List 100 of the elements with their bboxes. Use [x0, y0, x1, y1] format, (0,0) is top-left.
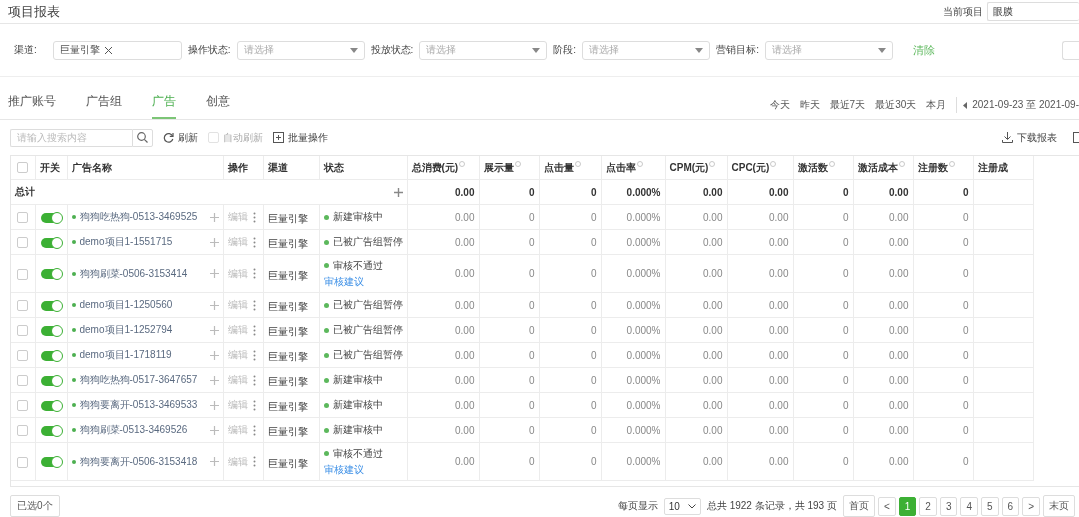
metric-value: 0.000% [626, 211, 661, 223]
toggle-switch[interactable] [41, 269, 61, 280]
metric-value: 0.000% [626, 349, 661, 361]
row-checkbox[interactable] [17, 456, 29, 468]
toggle-switch[interactable] [41, 350, 61, 361]
review-advice-link[interactable]: 审核建议 [323, 462, 403, 477]
date-shortcut-link[interactable]: 今天 [769, 98, 790, 113]
search-field[interactable]: 请输入搜索内容 [10, 128, 132, 147]
ad-name-link[interactable]: demo项目1-1718119 [79, 348, 206, 362]
row-checkbox[interactable] [17, 350, 29, 362]
first-page-button[interactable]: 首页 [842, 495, 875, 517]
page-size-select[interactable]: 10 [663, 497, 701, 515]
ad-name-link[interactable]: 狗狗要离开-0506-3153418 [79, 454, 206, 469]
metric-value: 0.00 [889, 374, 909, 386]
date-shortcut-link[interactable]: 本月 [926, 98, 947, 113]
status-dot [71, 459, 76, 464]
toggle-switch[interactable] [41, 237, 61, 248]
row-checkbox[interactable] [17, 425, 29, 437]
toggle-switch[interactable] [41, 212, 61, 223]
channel-text: 巨量引擎 [267, 376, 308, 387]
metric-value: 0.000% [626, 236, 661, 248]
filter-label: 渠道: [14, 43, 37, 58]
page-button[interactable]: 6 [1001, 496, 1020, 516]
ad-name-link[interactable]: 狗狗吃热狗-0513-3469525 [79, 210, 206, 224]
ad-name-link[interactable]: 狗狗吃热狗-0517-3647657 [79, 373, 206, 387]
page-button[interactable]: 5 [981, 496, 999, 516]
download-button[interactable]: 下载报表 [1002, 130, 1057, 145]
row-checkbox[interactable] [17, 325, 29, 337]
page-button[interactable]: 3 [939, 496, 958, 516]
last-page-button[interactable]: 末页 [1043, 495, 1075, 517]
total-label: 总计 [15, 185, 35, 199]
column-header: 开关 [39, 161, 60, 173]
metric-value: 0 [962, 324, 969, 336]
date-range-picker[interactable]: 2021-09-23 至 2021-09- [956, 97, 1079, 114]
date-shortcut-link[interactable]: 昨天 [799, 98, 820, 113]
tag-input-field[interactable]: 巨量引擎 [52, 40, 182, 60]
date-shortcut-link[interactable]: 最近30天 [875, 98, 917, 113]
status-text: 已被广告组暂停 [332, 298, 403, 312]
metric-value: 0 [528, 236, 535, 248]
column-header: 展示量 [483, 161, 514, 173]
next-page-button[interactable]: > [1022, 496, 1040, 516]
channel-text: 巨量引擎 [267, 238, 308, 249]
ad-name-link[interactable]: 狗狗刷菜-0506-3153414 [79, 266, 206, 281]
channel-text: 巨量引擎 [267, 351, 308, 362]
refresh-button[interactable]: 刷新 [163, 130, 198, 145]
review-advice-link[interactable]: 审核建议 [323, 274, 403, 289]
search-icon [137, 132, 148, 144]
status-dot [71, 378, 76, 382]
more-icon [252, 349, 256, 361]
row-checkbox[interactable] [17, 268, 29, 280]
select-all-checkbox[interactable] [17, 162, 29, 174]
status-dot [71, 303, 76, 307]
toggle-switch[interactable] [41, 300, 61, 311]
ad-name-link[interactable]: demo项目1-1551715 [79, 235, 206, 249]
metric-value: 0.00 [889, 211, 909, 223]
selected-count-button[interactable]: 已选0个 [10, 495, 60, 517]
metric-value: 0 [962, 236, 969, 248]
plus-icon [209, 375, 219, 385]
project-select[interactable]: 眼膜 [987, 2, 1079, 22]
ad-name-link[interactable]: demo项目1-1250560 [79, 298, 206, 312]
status-dot [323, 239, 329, 245]
page-button[interactable]: 2 [919, 496, 937, 516]
toggle-switch[interactable] [41, 457, 61, 468]
batch-operation-button[interactable]: 批量操作 [273, 130, 328, 145]
column-header: 点击率 [605, 161, 636, 173]
column-header: 状态 [323, 161, 344, 173]
date-shortcut-link[interactable]: 最近7天 [829, 98, 866, 113]
ad-name-link[interactable]: 狗狗刷菜-0513-3469526 [79, 423, 206, 437]
tab[interactable]: 推广账号 [8, 93, 56, 120]
previous-page-button[interactable]: < [877, 496, 896, 516]
more-icon [252, 324, 256, 336]
button[interactable] [1062, 40, 1079, 60]
row-checkbox[interactable] [17, 400, 29, 412]
row-checkbox[interactable] [17, 237, 29, 249]
metric-value: 0 [962, 349, 969, 361]
status-dot [323, 427, 329, 433]
metric-value: 0.00 [703, 374, 723, 386]
total-value: 0 [590, 186, 597, 198]
status-dot [71, 328, 76, 332]
search-button[interactable] [132, 128, 153, 147]
status-dot [323, 302, 329, 308]
row-checkbox[interactable] [17, 300, 29, 312]
toggle-switch[interactable] [41, 400, 61, 411]
toggle-switch[interactable] [41, 375, 61, 386]
toggle-switch[interactable] [41, 325, 61, 336]
tab[interactable]: 创意 [206, 93, 230, 120]
row-checkbox[interactable] [17, 212, 29, 224]
status-dot [71, 353, 76, 357]
page-button[interactable]: 4 [960, 496, 979, 516]
tab[interactable]: 广告组 [86, 93, 122, 120]
row-checkbox[interactable] [17, 375, 29, 387]
metric-value: 0.00 [769, 374, 789, 386]
status-dot [323, 402, 329, 408]
metric-value: 0.00 [703, 349, 723, 361]
toggle-switch[interactable] [41, 425, 61, 436]
ad-name-link[interactable]: demo项目1-1252794 [79, 323, 206, 337]
metric-value: 0 [842, 324, 849, 336]
ad-name-link[interactable]: 狗狗要离开-0513-3469533 [79, 398, 206, 412]
plus-icon [209, 425, 219, 435]
metric-value: 0.000% [626, 324, 661, 336]
